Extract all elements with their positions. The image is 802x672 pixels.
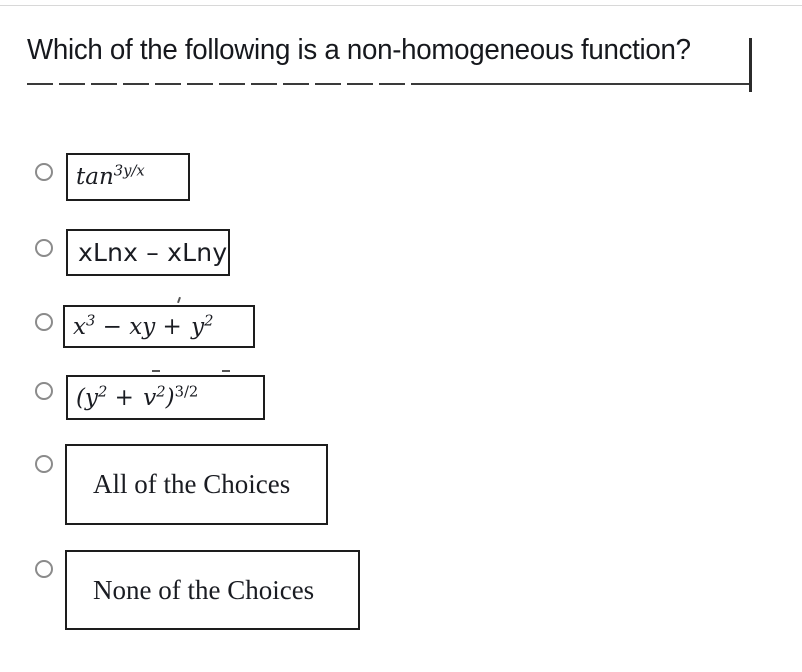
answer-text-2: xLnx – xLny: [78, 238, 228, 267]
answer-text-1: tan3y/x: [68, 162, 145, 190]
radio-choice-4[interactable]: [35, 382, 53, 400]
answer-box-2[interactable]: xLnx – xLny: [66, 229, 230, 276]
radio-choice-1[interactable]: [35, 163, 53, 181]
answer-box-3[interactable]: x3 − xy + y2: [63, 305, 255, 348]
radio-choice-2[interactable]: [35, 239, 53, 257]
radio-choice-6[interactable]: [35, 560, 53, 578]
answer-text-4: (y2 + v2)3/2: [76, 382, 199, 411]
answer-box-4[interactable]: (y2 + v2)3/2: [66, 375, 265, 420]
answer-box-5[interactable]: All of the Choices: [65, 444, 328, 525]
answer-box-1[interactable]: tan3y/x: [66, 153, 190, 201]
answer-text-3: x3 − xy + y2: [73, 311, 214, 340]
radio-choice-3[interactable]: [35, 313, 53, 331]
answer-text-6: None of the Choices: [93, 574, 315, 605]
answer-1-base: tan: [76, 164, 114, 190]
scan-artifact-tick-3: [222, 370, 230, 372]
answer-1-superscript: 3y/x: [113, 162, 145, 180]
answer-box-6[interactable]: None of the Choices: [65, 550, 360, 630]
choices-list: tan3y/x xLnx – xLny x3 − xy + y2 (y2 + v…: [0, 0, 802, 672]
answer-text-5: All of the Choices: [93, 469, 291, 499]
scan-artifact-tick-2: [152, 370, 160, 372]
scan-artifact-tick-1: [177, 296, 181, 304]
radio-choice-5[interactable]: [35, 455, 53, 473]
